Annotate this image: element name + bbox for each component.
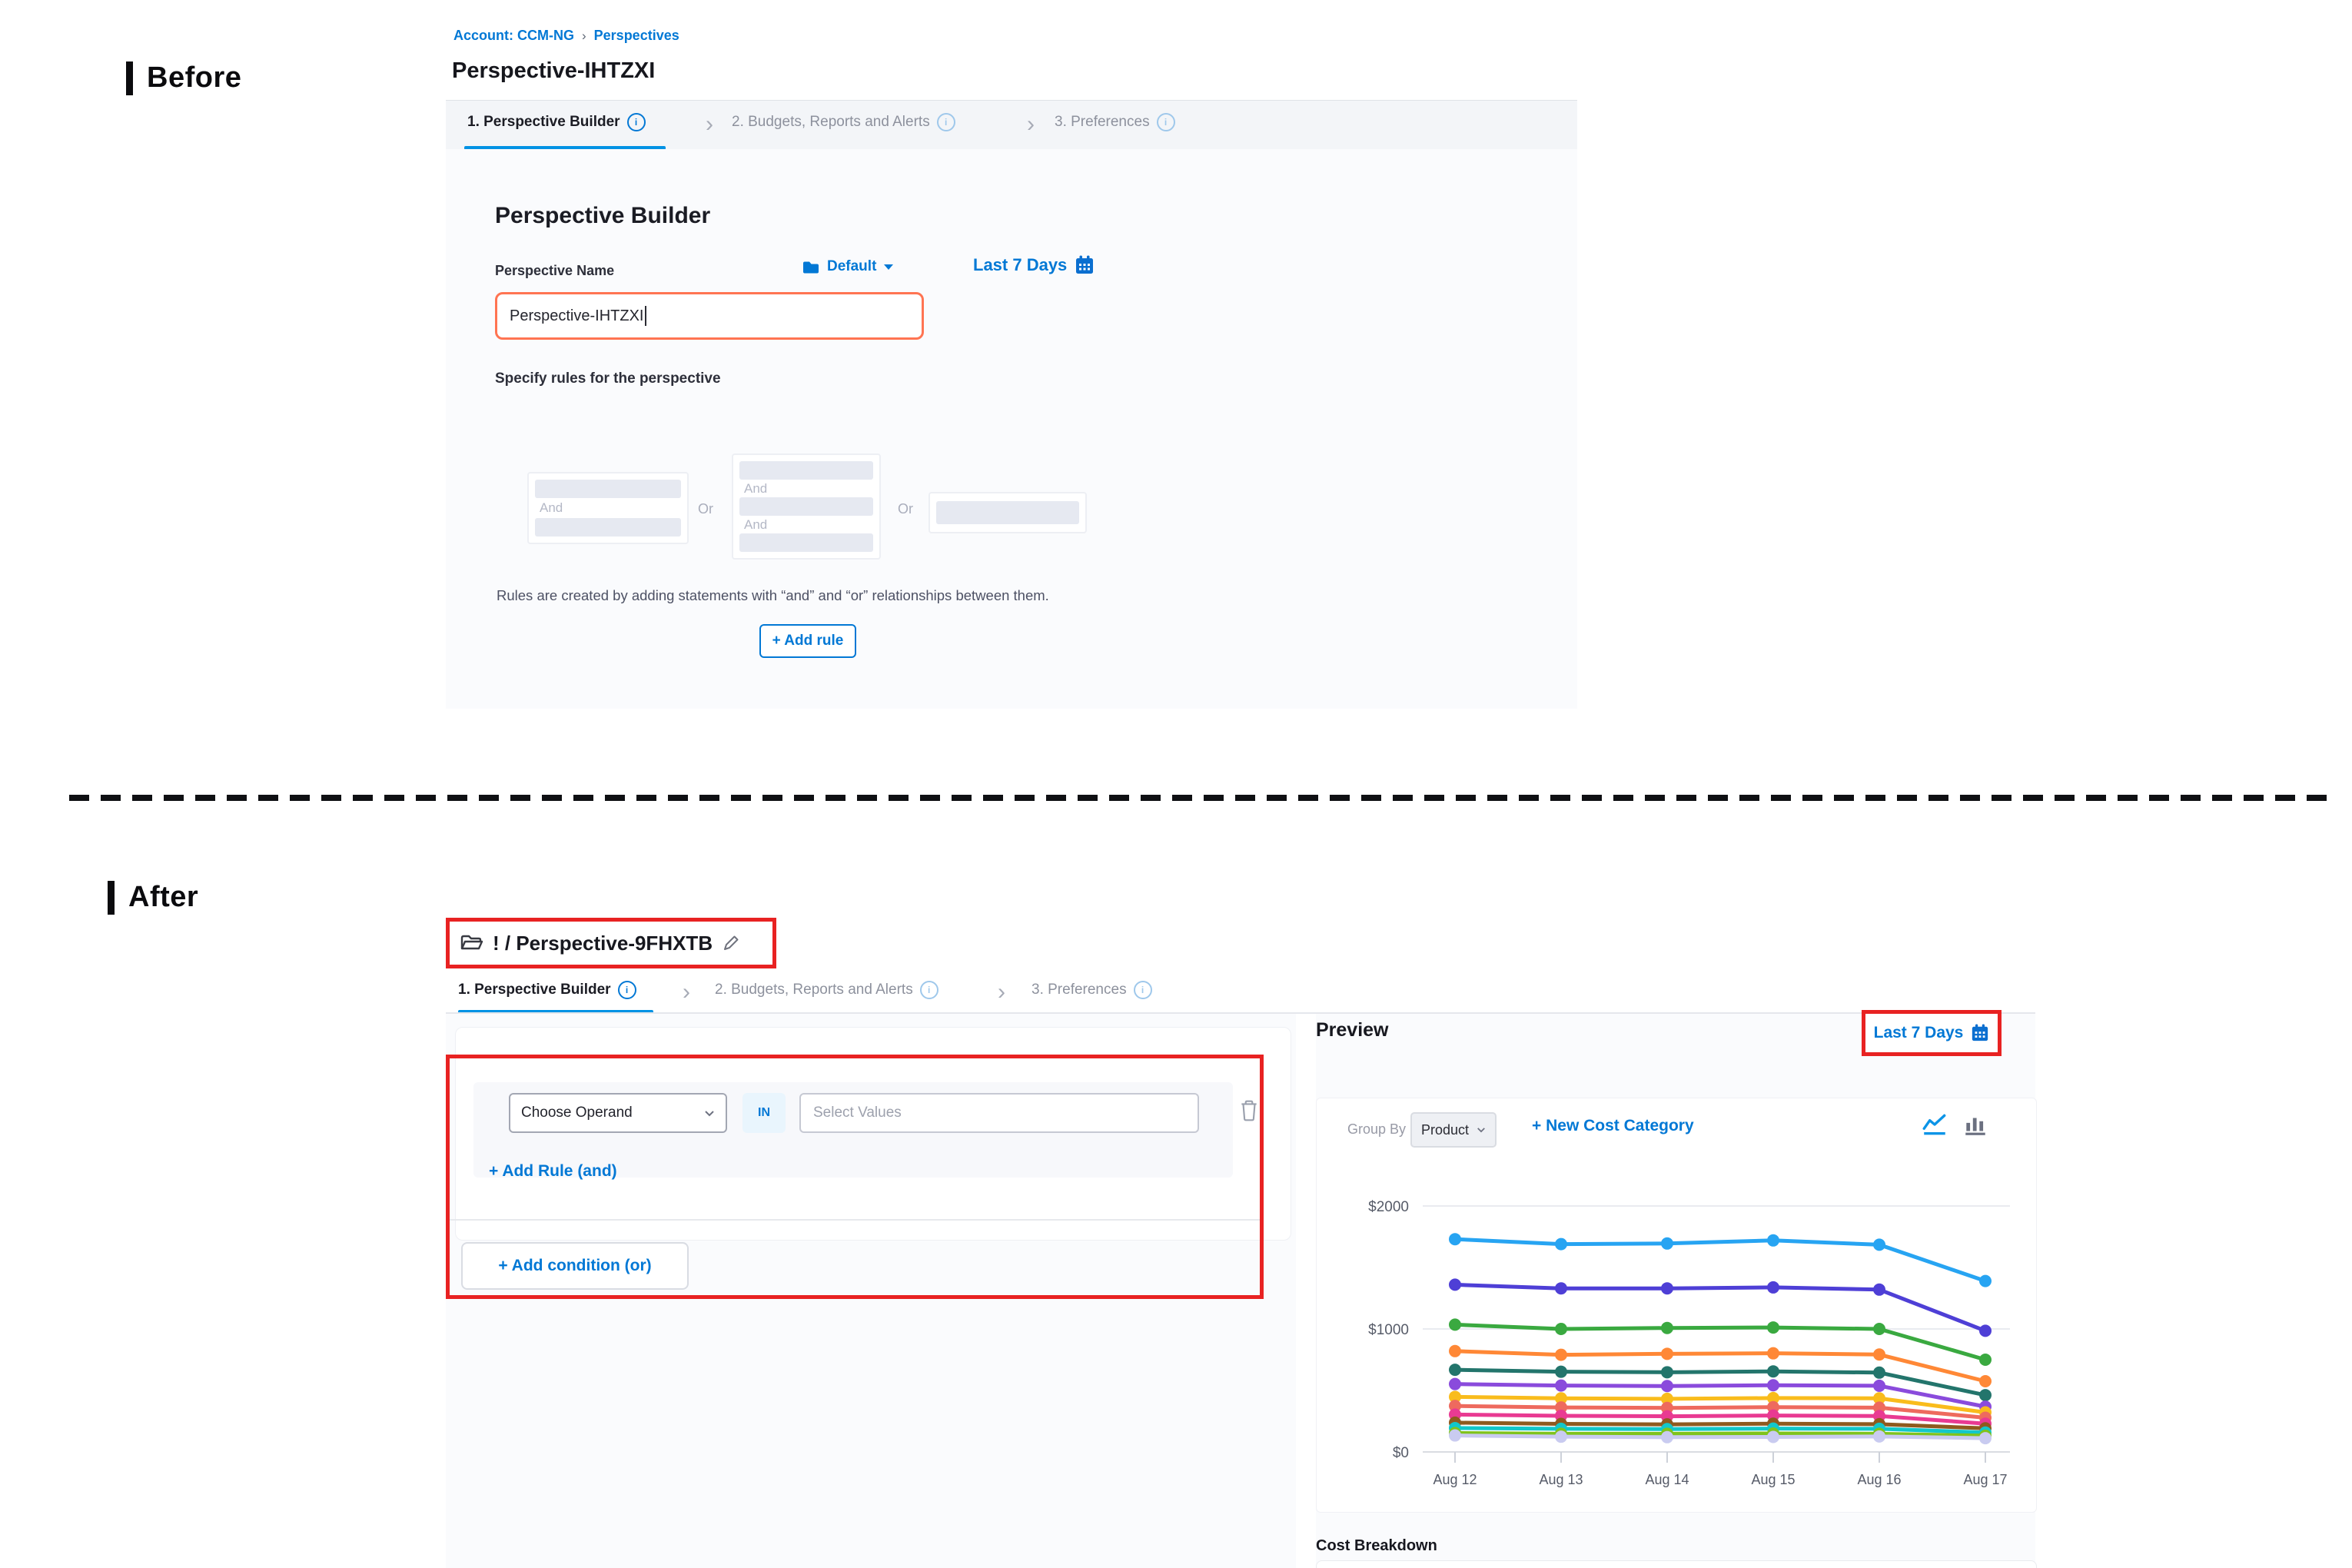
builder-heading: Perspective Builder [495, 203, 710, 229]
caret-down-icon [884, 264, 893, 270]
info-icon[interactable]: i [627, 113, 646, 131]
pane-gap [1296, 1014, 1316, 1568]
chevron-right-icon: › [998, 981, 1005, 1004]
svg-text:$1000: $1000 [1368, 1322, 1409, 1338]
skeleton-rule-group: And And [732, 453, 881, 560]
before-screenshot-panel: Account: CCM-NG › Perspectives Perspecti… [446, 15, 1577, 709]
annotation-box-title: ! / Perspective-9FHXTB [446, 918, 776, 968]
edit-pencil-icon[interactable] [722, 934, 740, 952]
breadcrumb-separator: › [582, 28, 586, 44]
chevron-right-icon: › [1027, 113, 1035, 136]
svg-text:Aug 15: Aug 15 [1751, 1472, 1795, 1487]
page-title: Perspective-IHTZXI [452, 58, 655, 84]
breadcrumb: Account: CCM-NG › Perspectives [453, 28, 679, 44]
annotation-box-rule-builder [446, 1055, 1264, 1299]
after-section-label: After [108, 881, 198, 915]
folder-icon [802, 260, 819, 274]
chevron-down-icon [1477, 1127, 1486, 1133]
tab-preferences[interactable]: 3. Preferences i [1031, 981, 1152, 999]
calendar-icon [1971, 1024, 1989, 1042]
breadcrumb-perspectives-link[interactable]: Perspectives [594, 28, 679, 44]
skeleton-or-label: Or [898, 501, 913, 517]
page-title: ! / Perspective-9FHXTB [493, 932, 713, 955]
preview-line-chart: $0 $1000 $2000 Aug 12 Aug 13 Aug 14 Aug 15 Aug … [1330, 1175, 2022, 1490]
tab-strip: 1. Perspective Builder i › 2. Budgets, R… [446, 100, 1577, 150]
svg-text:Aug 16: Aug 16 [1857, 1472, 1901, 1487]
calendar-icon [1075, 255, 1095, 275]
date-range-selector[interactable]: Last 7 Days [1865, 1014, 1998, 1052]
before-section-label: Before [126, 61, 241, 95]
rules-help-text: Rules are created by adding statements w… [497, 587, 1049, 604]
new-cost-category-link[interactable]: + New Cost Category [1532, 1117, 1694, 1135]
info-icon[interactable]: i [618, 981, 636, 999]
folder-selector-dropdown[interactable]: Default [802, 258, 893, 275]
chevron-right-icon: › [706, 113, 713, 136]
group-by-dropdown[interactable]: Product [1410, 1112, 1497, 1148]
cost-breakdown-card-top [1316, 1560, 2037, 1568]
tab-perspective-builder[interactable]: 1. Perspective Builder i [458, 981, 636, 999]
rules-heading: Specify rules for the perspective [495, 370, 721, 387]
tab-preferences[interactable]: 3. Preferences i [1055, 113, 1175, 131]
chevron-right-icon: › [683, 981, 690, 1004]
svg-text:Aug 12: Aug 12 [1433, 1472, 1477, 1487]
perspective-name-input[interactable]: Perspective-IHTZXI [495, 292, 924, 340]
preview-card: Group By Product + New Cost Category $0$… [1316, 1098, 2037, 1513]
before-after-divider [69, 795, 2332, 801]
screenshot-canvas: Before Account: CCM-NG › Perspectives Pe… [0, 0, 2352, 1568]
before-content-area: Perspective Builder Perspective Name Def… [446, 149, 1577, 709]
info-icon[interactable]: i [937, 113, 955, 131]
date-range-selector[interactable]: Last 7 Days [973, 255, 1095, 275]
breadcrumb-account-link[interactable]: Account: CCM-NG [453, 28, 574, 44]
group-by-label: Group By [1347, 1121, 1406, 1138]
after-screenshot-panel: ! / Perspective-9FHXTB 1. Perspective Bu… [446, 907, 2035, 1568]
add-rule-button[interactable]: + Add rule [759, 624, 856, 658]
skeleton-rule-group: And [527, 472, 689, 544]
preview-heading: Preview [1316, 1019, 1389, 1041]
line-chart-toggle-icon[interactable] [1921, 1112, 1948, 1137]
info-icon[interactable]: i [1157, 113, 1175, 131]
svg-text:Aug 17: Aug 17 [1963, 1472, 2007, 1487]
folder-open-icon [460, 933, 483, 953]
tab-bottom-border [446, 1012, 2035, 1014]
skeleton-rule-group [929, 492, 1087, 533]
info-icon[interactable]: i [920, 981, 938, 999]
tab-budgets-reports-alerts[interactable]: 2. Budgets, Reports and Alerts i [732, 113, 955, 131]
svg-text:Aug 14: Aug 14 [1645, 1472, 1689, 1487]
bar-chart-toggle-icon[interactable] [1962, 1112, 1988, 1137]
svg-text:Aug 13: Aug 13 [1539, 1472, 1583, 1487]
svg-text:$2000: $2000 [1368, 1199, 1409, 1215]
annotation-box-date-range: Last 7 Days [1862, 1010, 2002, 1056]
cost-breakdown-heading: Cost Breakdown [1316, 1537, 1437, 1555]
perspective-name-label: Perspective Name [495, 263, 614, 279]
svg-text:$0: $0 [1393, 1445, 1409, 1461]
tab-perspective-builder[interactable]: 1. Perspective Builder i [467, 113, 646, 131]
skeleton-or-label: Or [698, 501, 713, 517]
info-icon[interactable]: i [1134, 981, 1152, 999]
text-cursor [645, 306, 646, 326]
tab-budgets-reports-alerts[interactable]: 2. Budgets, Reports and Alerts i [715, 981, 938, 999]
